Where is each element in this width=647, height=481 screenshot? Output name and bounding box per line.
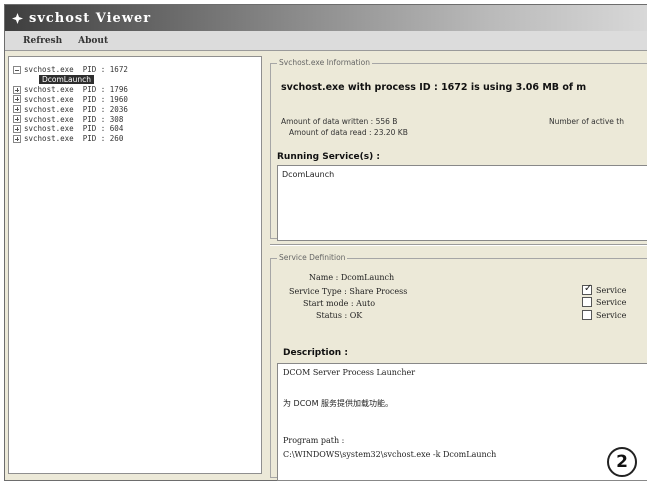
tree-row-process[interactable]: svchost.exe PID : 604 bbox=[13, 124, 261, 134]
collapse-icon[interactable] bbox=[13, 65, 21, 74]
menu-about[interactable]: About bbox=[78, 36, 108, 46]
group-caption: Service Definition bbox=[277, 253, 348, 262]
checkbox[interactable] bbox=[582, 283, 592, 295]
service-start-mode: Start mode : Auto bbox=[303, 299, 376, 308]
checkbox[interactable] bbox=[582, 297, 592, 307]
expand-icon[interactable] bbox=[13, 105, 21, 114]
tree-row-label: svchost.exe PID : 1672 bbox=[24, 65, 128, 75]
checkbox-label: Service bbox=[596, 285, 627, 295]
menu-refresh[interactable]: Refresh bbox=[23, 36, 62, 46]
tree-row-process[interactable]: svchost.exe PID : 1960 bbox=[13, 95, 261, 105]
details-pane: Svchost.exe Information svchost.exe with… bbox=[270, 56, 647, 481]
title-bar[interactable]: svchost Viewer bbox=[5, 5, 647, 31]
tree-row-label: svchost.exe PID : 308 bbox=[24, 114, 124, 124]
expand-icon[interactable] bbox=[13, 95, 21, 104]
service-type: Service Type : Share Process bbox=[289, 287, 408, 296]
description-label: Description : bbox=[283, 348, 348, 358]
service-status: Status : OK bbox=[316, 311, 363, 320]
tree-child-service[interactable]: DcomLaunch bbox=[13, 75, 261, 85]
description-line: C:\WINDOWS\system32\svchost.exe -k DcomL… bbox=[283, 450, 497, 459]
description-text[interactable]: DCOM Server Process Launcher 为 DCOM 服务提供… bbox=[277, 363, 647, 481]
process-tree[interactable]: svchost.exe PID : 1672 DcomLaunch svchos… bbox=[8, 56, 262, 474]
list-item[interactable]: DcomLaunch bbox=[282, 170, 646, 179]
service-definition-group: Service Definition Name : DcomLaunch Ser… bbox=[270, 253, 647, 481]
tree-row-process[interactable]: svchost.exe PID : 1672 bbox=[13, 65, 261, 75]
app-icon bbox=[12, 12, 23, 24]
description-line: 为 DCOM 服务提供加载功能。 bbox=[283, 399, 394, 408]
window-title: svchost Viewer bbox=[29, 10, 152, 26]
tree-child-label: DcomLaunch bbox=[39, 75, 94, 85]
checkbox-label: Service bbox=[596, 297, 627, 307]
tree-row-process[interactable]: svchost.exe PID : 1796 bbox=[13, 85, 261, 95]
menu-bar: Refresh About bbox=[5, 31, 647, 51]
description-line: Program path : bbox=[283, 436, 345, 445]
service-checkbox-row[interactable]: Service bbox=[582, 297, 626, 307]
tree-row-label: svchost.exe PID : 604 bbox=[24, 124, 124, 134]
tree-row-label: svchost.exe PID : 1796 bbox=[24, 85, 128, 95]
running-services-list[interactable]: DcomLaunch bbox=[277, 165, 647, 241]
running-services-label: Running Service(s) : bbox=[277, 152, 380, 162]
tree-row-process[interactable]: svchost.exe PID : 2036 bbox=[13, 104, 261, 114]
tree-row-label: svchost.exe PID : 2036 bbox=[24, 104, 128, 114]
checkbox-label: Service bbox=[596, 310, 627, 320]
service-checkbox-row[interactable]: Service bbox=[582, 310, 626, 320]
process-headline: svchost.exe with process ID : 1672 is us… bbox=[281, 82, 587, 93]
tree-row-label: svchost.exe PID : 260 bbox=[24, 134, 124, 144]
tree-row-process[interactable]: svchost.exe PID : 308 bbox=[13, 114, 261, 124]
service-checkbox-row[interactable]: Service bbox=[582, 283, 627, 295]
tree-row-label: svchost.exe PID : 1960 bbox=[24, 94, 128, 104]
svchost-info-group: Svchost.exe Information svchost.exe with… bbox=[270, 58, 647, 241]
expand-icon[interactable] bbox=[13, 115, 21, 124]
data-read: Amount of data read : 23.20 KB bbox=[289, 128, 408, 137]
active-threads: Number of active th bbox=[549, 117, 624, 126]
checkbox[interactable] bbox=[582, 310, 592, 320]
group-caption: Svchost.exe Information bbox=[277, 58, 372, 67]
tree-row-process[interactable]: svchost.exe PID : 260 bbox=[13, 134, 261, 144]
step-number-badge: 2 bbox=[607, 447, 637, 477]
description-line: DCOM Server Process Launcher bbox=[283, 368, 416, 377]
expand-icon[interactable] bbox=[13, 85, 21, 94]
section-divider bbox=[270, 244, 647, 246]
expand-icon[interactable] bbox=[13, 134, 21, 143]
service-name: Name : DcomLaunch bbox=[309, 273, 395, 282]
expand-icon[interactable] bbox=[13, 124, 21, 133]
data-written: Amount of data written : 556 B bbox=[281, 117, 398, 126]
